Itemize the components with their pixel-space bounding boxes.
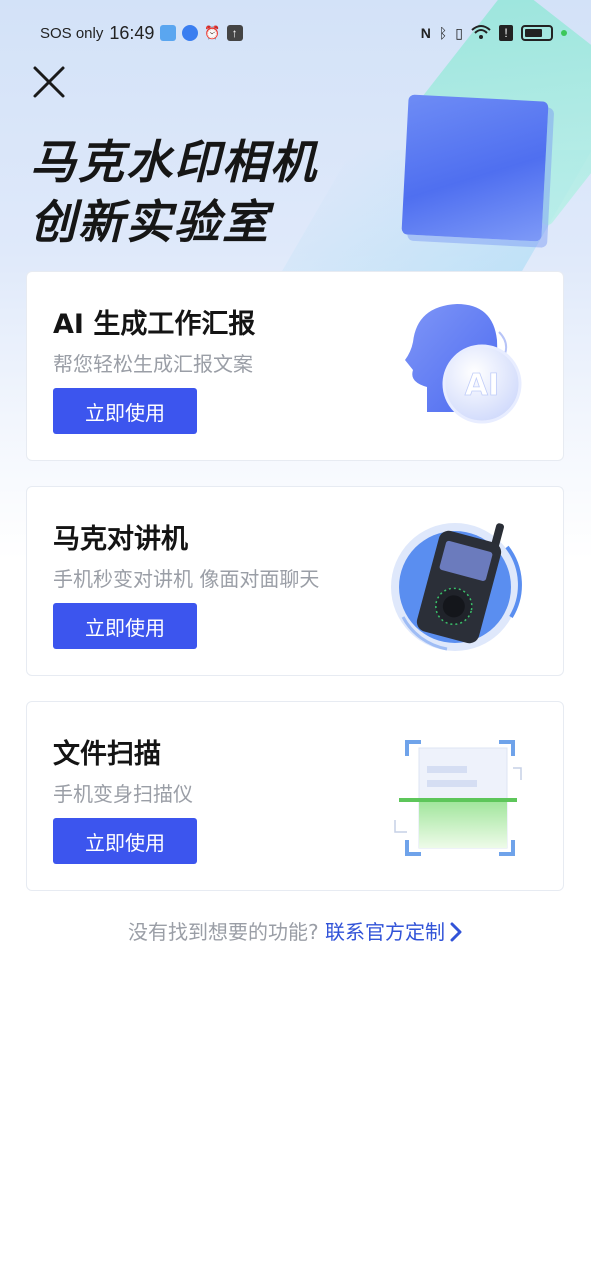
feature-card-ai-report[interactable]: AI 生成工作汇报 帮您轻松生成汇报文案 立即使用 AI <box>26 271 564 461</box>
card-subtitle: 帮您轻松生成汇报文案 <box>53 352 253 376</box>
footer-question: 没有找到想要的功能? <box>128 920 319 944</box>
contact-customization-label: 联系官方定制 <box>324 920 445 944</box>
card-subtitle: 手机秒变对讲机 像面对面聊天 <box>53 567 320 591</box>
feature-card-document-scan[interactable]: 文件扫描 手机变身扫描仪 立即使用 <box>26 701 564 891</box>
walkie-talkie-icon <box>387 507 537 657</box>
nfc-icon: N <box>420 25 431 41</box>
gallery-notification-icon <box>160 25 177 41</box>
ai-head-icon: AI <box>387 292 537 442</box>
card-title: AI 生成工作汇报 <box>53 309 256 340</box>
custom-feature-prompt: 没有找到想要的功能? 联系官方定制 <box>0 916 591 945</box>
card-title: 马克对讲机 <box>53 524 188 555</box>
decor-cube <box>401 94 549 242</box>
card-title: 文件扫描 <box>53 739 161 770</box>
close-icon <box>33 66 65 98</box>
wifi-icon <box>471 24 491 43</box>
upload-notification-icon: ↑ <box>226 25 243 41</box>
svg-text:AI: AI <box>465 368 499 403</box>
page-title: 马克水印相机 创新实验室 <box>30 132 318 252</box>
vibrate-icon: ▯ <box>455 24 463 41</box>
page-title-line2: 创新实验室 <box>30 195 270 249</box>
contact-customization-link[interactable]: 联系官方定制 <box>325 920 463 944</box>
alarm-icon: ⏰ <box>204 25 221 40</box>
status-bar: SOS only 16:49 ⏰ ↑ N ᛒ ▯ ! <box>0 18 591 48</box>
page-title-line1: 马克水印相机 <box>30 135 318 189</box>
close-button[interactable] <box>32 65 66 99</box>
clock: 16:49 <box>109 22 155 43</box>
feature-card-walkie-talkie[interactable]: 马克对讲机 手机秒变对讲机 像面对面聊天 立即使用 <box>26 486 564 676</box>
status-right: N ᛒ ▯ ! <box>421 24 567 43</box>
document-scan-icon <box>387 722 537 872</box>
carrier-label: SOS only <box>40 24 104 42</box>
card-subtitle: 手机变身扫描仪 <box>53 782 193 806</box>
use-now-button-document-scan[interactable]: 立即使用 <box>53 818 197 864</box>
battery-icon <box>521 25 553 41</box>
use-now-button-walkie-talkie[interactable]: 立即使用 <box>53 603 197 649</box>
chevron-right-icon <box>450 922 462 942</box>
privacy-indicator-dot <box>561 30 567 36</box>
status-left: SOS only 16:49 ⏰ ↑ <box>40 23 243 44</box>
alert-icon: ! <box>499 25 513 41</box>
shield-notification-icon <box>182 25 199 41</box>
use-now-button-ai-report[interactable]: 立即使用 <box>53 388 197 434</box>
bluetooth-icon: ᛒ <box>438 25 448 41</box>
